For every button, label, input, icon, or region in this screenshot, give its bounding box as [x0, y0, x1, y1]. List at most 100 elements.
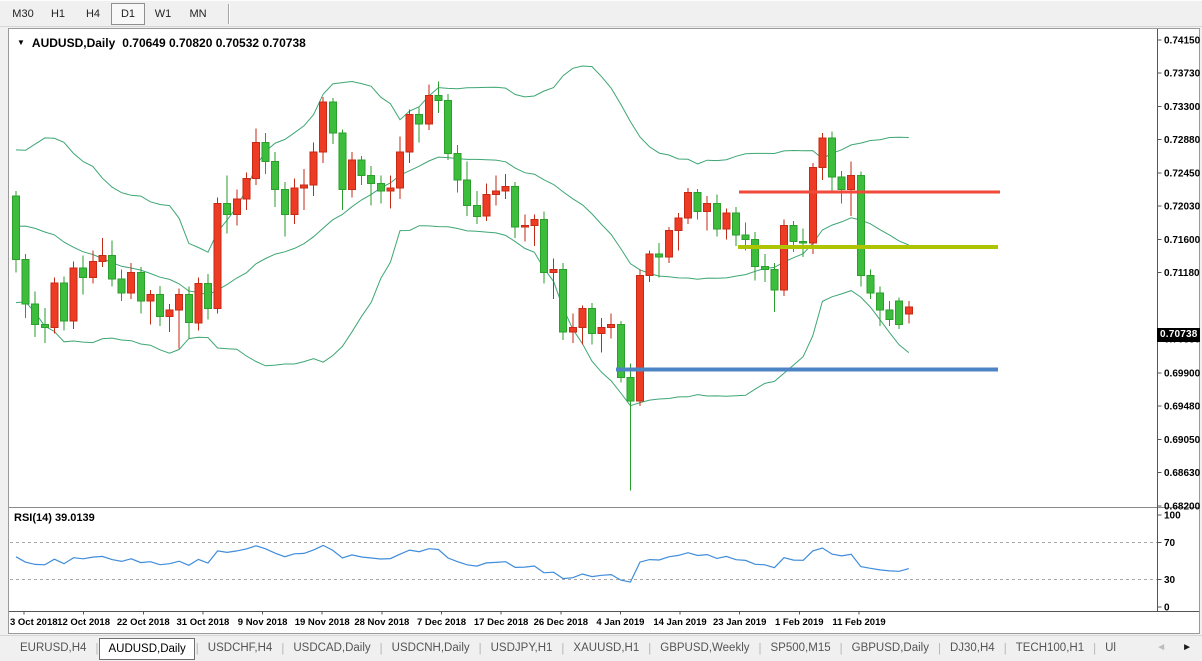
candle-body	[598, 327, 605, 333]
candle-body	[445, 100, 452, 153]
candle-body	[896, 301, 903, 325]
rsi-line[interactable]	[16, 545, 909, 582]
tab-ul[interactable]: Ul	[1097, 638, 1124, 659]
candle-body	[502, 187, 509, 192]
tab-dj30-h4[interactable]: DJ30,H4	[942, 638, 1003, 659]
candle-body	[781, 226, 788, 290]
candle-body	[685, 193, 692, 218]
candle-body	[51, 283, 58, 328]
timeframe-button-w1[interactable]: W1	[146, 3, 180, 25]
candle-body	[339, 133, 346, 189]
candle-body	[800, 241, 807, 243]
candle-body	[243, 179, 250, 199]
candle-body	[109, 255, 116, 279]
candle-body	[185, 295, 192, 323]
price-tick-label: 0.71600	[1164, 235, 1200, 246]
date-tick-label: 9 Nov 2018	[238, 617, 288, 628]
candle-body	[752, 240, 759, 267]
candle-body	[608, 324, 615, 327]
price-tick-label: 0.72880	[1164, 135, 1200, 146]
rsi-tick-label: 0	[1164, 603, 1170, 614]
candle-body	[829, 138, 836, 177]
candle-body	[713, 204, 720, 229]
candle-body	[61, 283, 68, 321]
candle-body	[310, 152, 317, 185]
date-tick-label: 23 Jan 2019	[713, 617, 766, 628]
candle-body	[771, 270, 778, 290]
ohlc-values: 0.70649 0.70820 0.70532 0.70738	[122, 36, 306, 50]
tab-scroll-left-button[interactable]: ◄	[1156, 640, 1166, 656]
candle-body	[41, 324, 48, 327]
price-tick-label: 0.69050	[1164, 435, 1200, 446]
tab-audusd-daily[interactable]: AUDUSD,Daily	[99, 638, 194, 660]
price-tick-label: 0.74150	[1164, 36, 1200, 47]
timeframe-button-m30[interactable]: M30	[6, 3, 40, 25]
candle-body	[886, 310, 893, 319]
candle-body	[80, 268, 87, 277]
candle-body	[128, 273, 135, 293]
candle-body	[32, 304, 39, 324]
rsi-tick-label: 70	[1164, 538, 1176, 549]
tab-gbpusd-daily[interactable]: GBPUSD,Daily	[844, 638, 937, 659]
candle-body	[406, 114, 413, 152]
candle-body	[99, 255, 106, 261]
candle-body	[358, 160, 365, 176]
tab-tech100-h1[interactable]: TECH100,H1	[1008, 638, 1092, 659]
tab-usdcnh-daily[interactable]: USDCNH,Daily	[384, 638, 478, 659]
candle-body	[329, 102, 336, 133]
candle-body	[761, 266, 768, 269]
date-tick-label: 28 Nov 2018	[354, 617, 409, 628]
price-tick-label: 0.72450	[1164, 169, 1200, 180]
candle-body	[291, 188, 298, 215]
candle-body	[157, 295, 164, 317]
candle-body	[665, 230, 672, 257]
candle-body	[819, 138, 826, 168]
timeframe-button-mn[interactable]: MN	[181, 3, 215, 25]
price-tick-label: 0.72030	[1164, 202, 1200, 213]
candle-body	[742, 235, 749, 240]
candle-body	[262, 143, 269, 162]
timeframe-button-h1[interactable]: H1	[41, 3, 75, 25]
candle-body	[733, 213, 740, 235]
candle-body	[13, 196, 20, 259]
candle-body	[205, 284, 212, 309]
candle-body	[387, 188, 394, 191]
candle-body	[512, 187, 519, 228]
collapse-arrow-icon[interactable]: ▼	[17, 37, 25, 49]
candle-body	[867, 276, 874, 293]
price-tick-label: 0.69900	[1164, 368, 1200, 379]
tab-usdjpy-h1[interactable]: USDJPY,H1	[483, 638, 561, 659]
candle-body	[176, 295, 183, 311]
candle-body	[349, 160, 356, 190]
candle-body	[425, 96, 432, 124]
candle-body	[147, 295, 154, 301]
date-tick-label: 31 Oct 2018	[176, 617, 229, 628]
rsi-tick-label: 100	[1164, 511, 1181, 522]
tab-usdcad-daily[interactable]: USDCAD,Daily	[285, 638, 378, 659]
tab-scroll-right-button[interactable]: ►	[1182, 640, 1192, 656]
candle-body	[137, 273, 144, 301]
candle-body	[454, 154, 461, 181]
tab-usdchf-h4[interactable]: USDCHF,H4	[200, 638, 281, 659]
date-tick-label: 7 Dec 2018	[417, 617, 466, 628]
tab-xauusd-h1[interactable]: XAUUSD,H1	[565, 638, 647, 659]
candle-body	[493, 191, 500, 194]
chart-canvas[interactable]: 0.741500.737300.733000.728800.724500.720…	[8, 28, 1200, 634]
candle-body	[89, 262, 96, 278]
tab-sp500-m15[interactable]: SP500,M15	[763, 638, 839, 659]
candle-body	[838, 177, 845, 190]
tab-gbpusd-weekly[interactable]: GBPUSD,Weekly	[652, 638, 757, 659]
candle-body	[118, 279, 125, 293]
timeframe-button-h4[interactable]: H4	[76, 3, 110, 25]
price-tick-label: 0.73730	[1164, 68, 1200, 79]
date-tick-label: 12 Oct 2018	[57, 617, 110, 628]
candle-body	[646, 254, 653, 276]
tab-eurusd-h4[interactable]: EURUSD,H4	[12, 638, 94, 659]
candle-body	[531, 219, 538, 225]
rsi-indicator-label: RSI(14) 39.0139	[14, 512, 95, 524]
timeframe-button-d1[interactable]: D1	[111, 3, 145, 25]
candle-body	[589, 309, 596, 334]
candle-body	[579, 309, 586, 328]
candle-body	[541, 219, 548, 272]
candle-body	[473, 205, 480, 216]
